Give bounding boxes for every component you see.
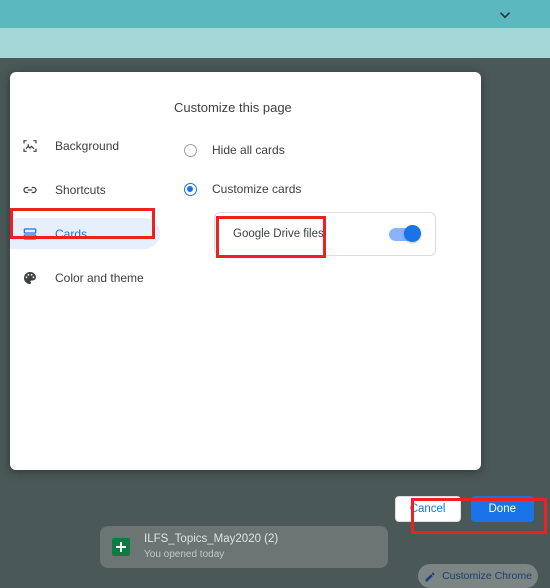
sidebar-item-label: Cards bbox=[55, 226, 88, 241]
done-button[interactable]: Done bbox=[470, 496, 534, 522]
cancel-button[interactable]: Cancel bbox=[394, 496, 461, 522]
radio-label: Customize cards bbox=[212, 182, 302, 196]
tab-strip bbox=[0, 0, 550, 28]
drive-card-title: ILFS_Topics_May2020 (2) bbox=[144, 533, 279, 546]
radio-hide-all-cards[interactable]: Hide all cards bbox=[184, 140, 444, 160]
sidebar-item-background[interactable]: Background bbox=[10, 130, 160, 161]
browser-chrome: RL bbox=[0, 0, 550, 84]
browser-toolbar: RL bbox=[0, 28, 550, 84]
dialog-footer: Cancel Done bbox=[394, 496, 534, 522]
customize-chrome-button[interactable]: Customize Chrome bbox=[418, 564, 538, 588]
google-drive-files-label: Google Drive files bbox=[233, 228, 324, 240]
google-drive-files-row: Google Drive files bbox=[214, 212, 436, 256]
sidebar-item-shortcuts[interactable]: Shortcuts bbox=[10, 174, 160, 205]
google-drive-files-toggle[interactable] bbox=[389, 225, 421, 242]
drive-card-subtitle: You opened today bbox=[144, 549, 225, 560]
background-image-icon bbox=[22, 138, 38, 154]
radio-indicator[interactable] bbox=[184, 182, 197, 196]
cards-icon bbox=[22, 226, 38, 242]
radio-indicator[interactable] bbox=[184, 143, 197, 157]
sidebar-item-label: Color and theme bbox=[55, 270, 144, 285]
radio-label: Hide all cards bbox=[212, 143, 285, 157]
drive-card-text: ILFS_Topics_May2020 (2) You opened today bbox=[144, 532, 278, 561]
link-icon bbox=[22, 182, 38, 198]
sidebar-item-label: Shortcuts bbox=[55, 182, 106, 197]
google-sheets-icon bbox=[112, 538, 130, 556]
dialog-sidebar: Background Shortcuts Cards Color and the… bbox=[10, 130, 160, 306]
dialog-main-pane: Hide all cards Customize cards Google Dr… bbox=[184, 140, 444, 256]
radio-customize-cards[interactable]: Customize cards bbox=[184, 179, 444, 199]
drive-file-card[interactable]: ILFS_Topics_May2020 (2) You opened today bbox=[100, 526, 388, 568]
sidebar-item-color-and-theme[interactable]: Color and theme bbox=[10, 262, 160, 293]
toggle-knob bbox=[404, 225, 421, 242]
dialog-title: Customize this page bbox=[174, 100, 292, 115]
palette-icon bbox=[22, 270, 38, 286]
customize-chrome-label: Customize Chrome bbox=[442, 570, 532, 582]
sidebar-item-cards[interactable]: Cards bbox=[10, 218, 160, 249]
chevron-down-icon[interactable] bbox=[496, 6, 514, 24]
pencil-icon bbox=[424, 570, 436, 582]
sidebar-item-label: Background bbox=[55, 138, 120, 153]
